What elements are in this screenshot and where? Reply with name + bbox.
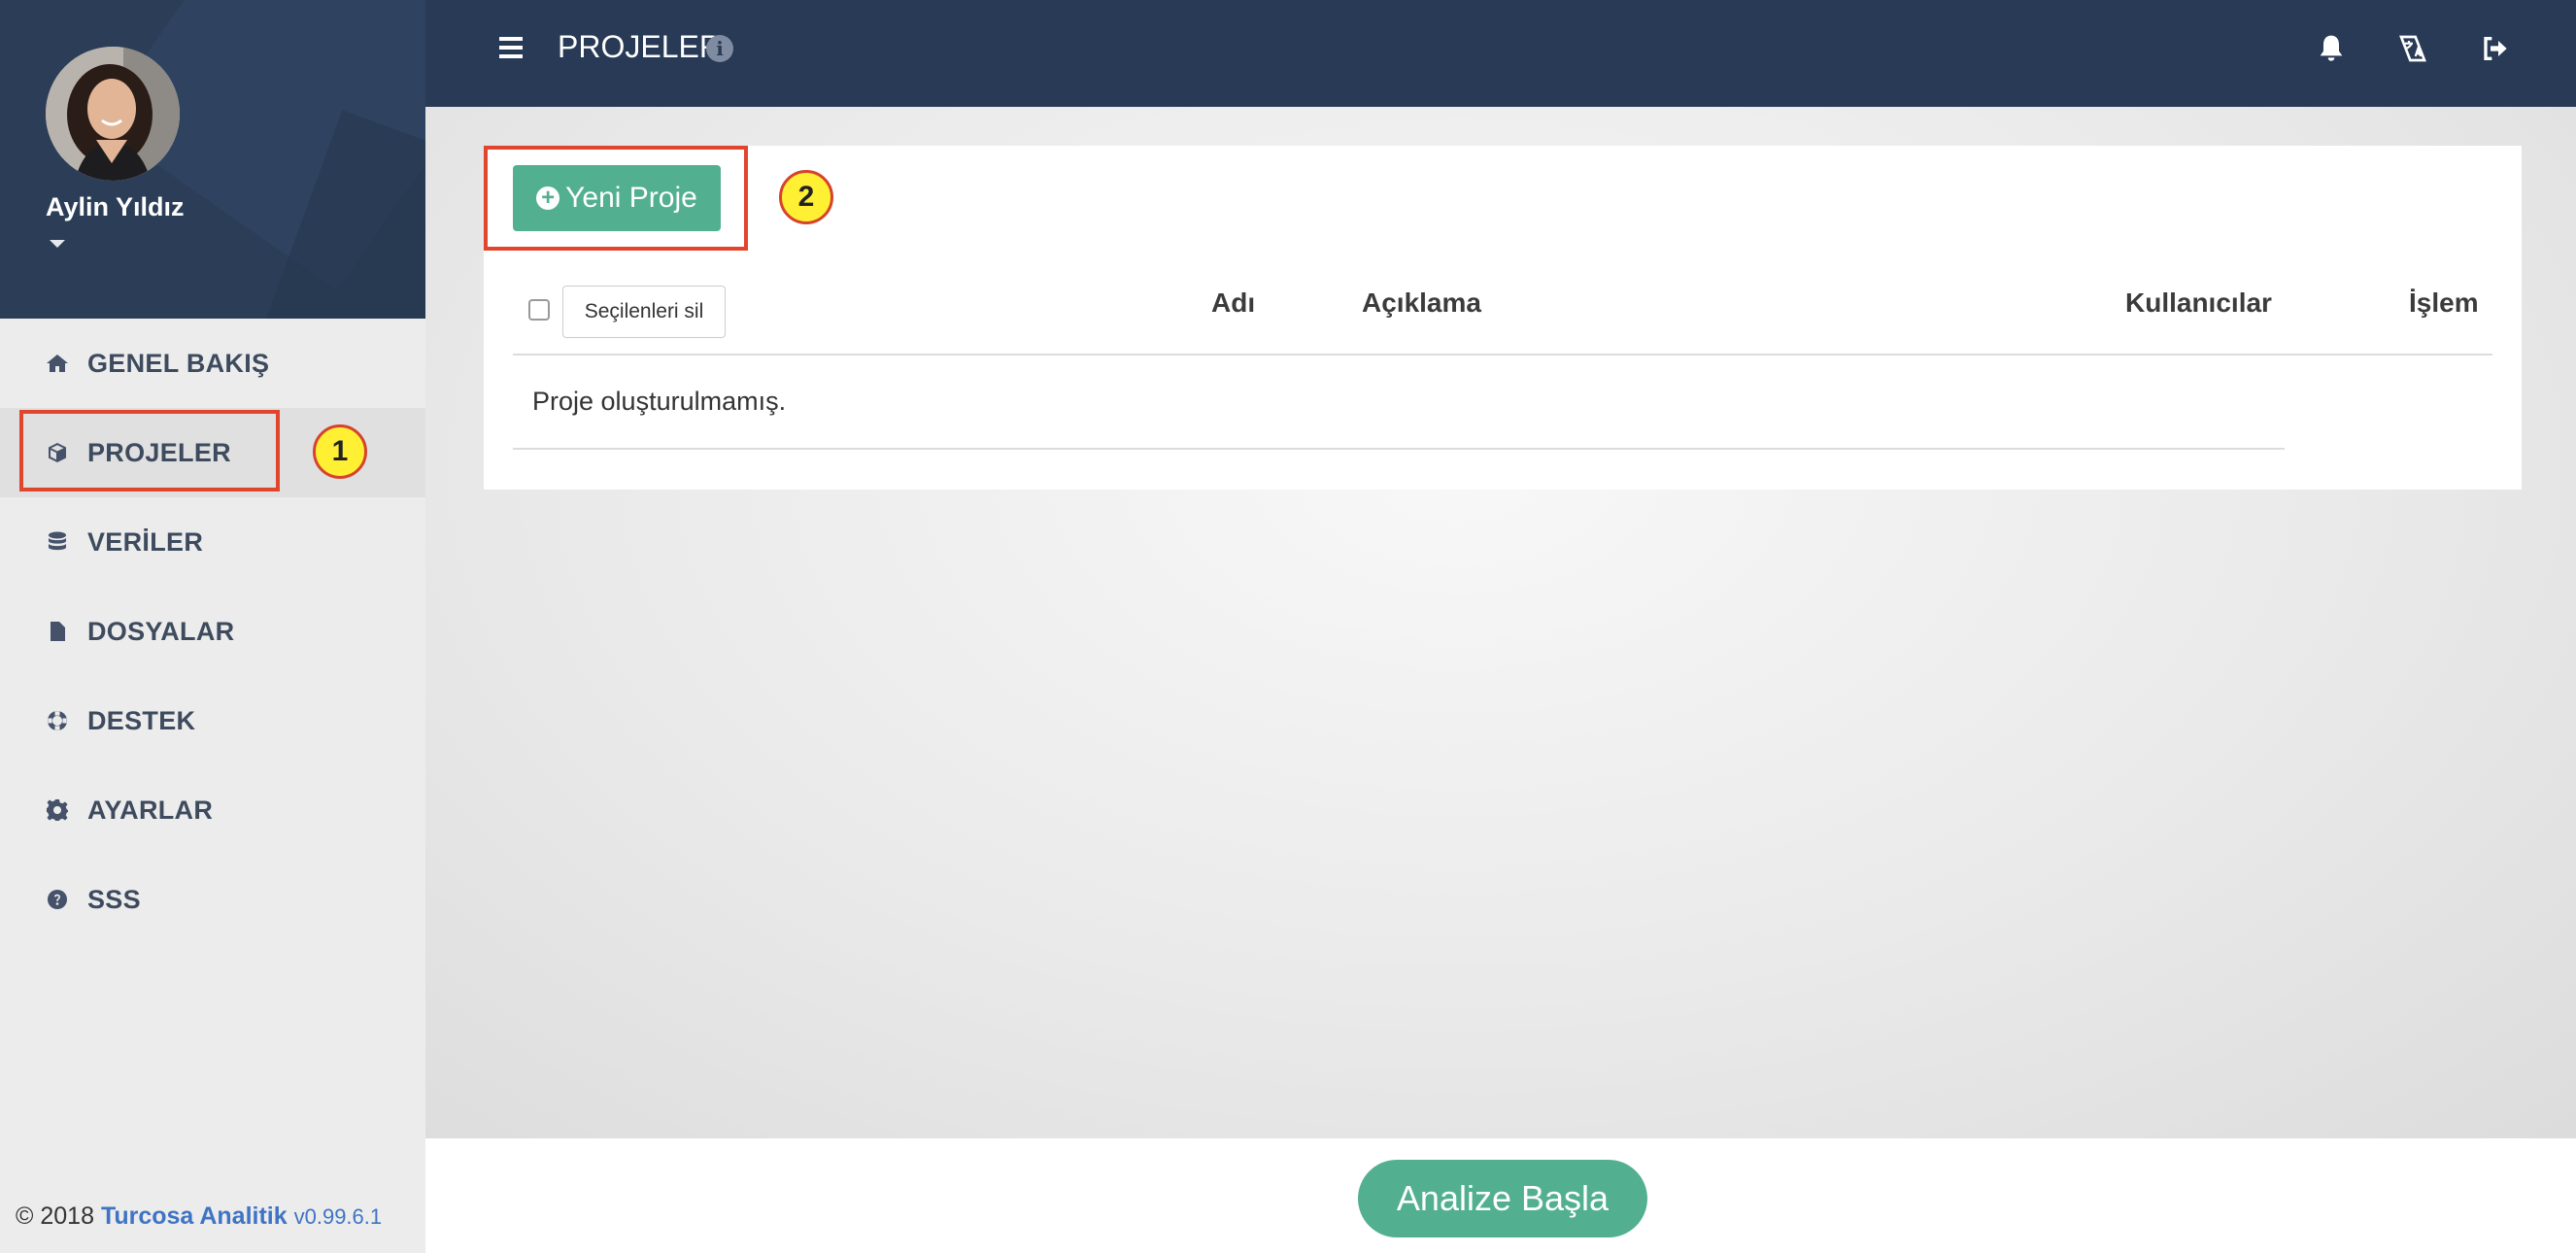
- start-analysis-button[interactable]: Analize Başla: [1358, 1160, 1647, 1237]
- sidebar-item-ayarlar[interactable]: AYARLAR: [0, 765, 425, 855]
- sidebar: Aylin Yıldız GENEL BAKIŞ PROJELER VERİLE…: [0, 0, 425, 1253]
- annotation-box-1: [19, 410, 280, 491]
- delete-selected-button[interactable]: Seçilenleri sil: [562, 286, 726, 338]
- top-bar: PROJELER i: [425, 0, 2576, 107]
- home-icon: [45, 351, 70, 376]
- page-title: PROJELER: [558, 29, 722, 64]
- caret-down-icon[interactable]: [50, 240, 65, 248]
- user-name: Aylin Yıldız: [46, 192, 185, 221]
- sidebar-item-label: DOSYALAR: [87, 616, 235, 646]
- gear-icon: [45, 797, 70, 823]
- sidebar-item-label: SSS: [87, 884, 141, 914]
- column-header-description[interactable]: Açıklama: [1362, 288, 1481, 319]
- sidebar-item-veriler[interactable]: VERİLER: [0, 497, 425, 587]
- column-header-actions: İşlem: [2409, 288, 2479, 318]
- copyright-text: © 2018: [16, 1202, 94, 1230]
- sidebar-item-label: GENEL BAKIŞ: [87, 348, 270, 378]
- translate-icon[interactable]: [2397, 33, 2428, 64]
- avatar[interactable]: [46, 47, 180, 181]
- sidebar-item-destek[interactable]: DESTEK: [0, 676, 425, 765]
- sidebar-item-label: AYARLAR: [87, 795, 214, 825]
- table-row-divider: [513, 448, 2285, 450]
- sidebar-item-label: VERİLER: [87, 526, 204, 557]
- sidebar-item-sss[interactable]: SSS: [0, 855, 425, 944]
- select-all-checkbox[interactable]: [528, 299, 550, 321]
- life-ring-icon: [45, 708, 70, 733]
- user-profile-panel: Aylin Yıldız: [0, 0, 425, 319]
- brand-link[interactable]: Turcosa Analitik: [101, 1202, 288, 1230]
- annotation-badge-1: 1: [313, 424, 367, 479]
- question-circle-icon: [45, 887, 70, 912]
- table-header-divider: [513, 354, 2492, 356]
- database-icon: [45, 529, 70, 555]
- info-icon[interactable]: i: [706, 35, 733, 62]
- file-icon: [45, 619, 70, 644]
- version-text: v0.99.6.1: [293, 1204, 383, 1229]
- menu-icon[interactable]: [499, 37, 523, 58]
- footer: © 2018 Turcosa Analitik v0.99.6.1: [16, 1202, 382, 1231]
- annotation-box-2: [484, 146, 748, 251]
- annotation-badge-2: 2: [779, 170, 833, 224]
- column-header-name[interactable]: Adı: [1211, 288, 1255, 319]
- empty-table-message: Proje oluşturulmamış.: [532, 387, 787, 416]
- sidebar-item-genel-bakis[interactable]: GENEL BAKIŞ: [0, 319, 425, 408]
- logout-icon[interactable]: [2479, 33, 2510, 64]
- sidebar-item-dosyalar[interactable]: DOSYALAR: [0, 587, 425, 676]
- column-header-users[interactable]: Kullanıcılar: [2125, 288, 2272, 319]
- bell-icon[interactable]: [2316, 33, 2347, 64]
- sidebar-item-label: DESTEK: [87, 705, 196, 735]
